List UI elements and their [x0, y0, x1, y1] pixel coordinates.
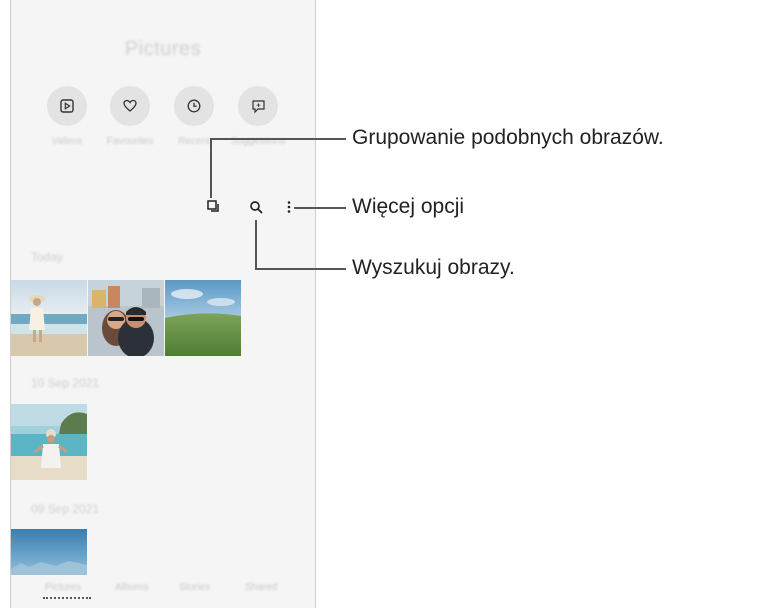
sky-photo	[11, 529, 87, 575]
photo-thumbnail[interactable]	[88, 280, 164, 356]
tab-albums[interactable]: Albums	[115, 582, 148, 593]
bottom-tab-bar: Pictures Albums Stories Shared	[11, 578, 315, 608]
search-icon	[250, 201, 263, 214]
tab-pictures[interactable]: Pictures	[45, 582, 81, 593]
group-similar-button[interactable]	[205, 198, 223, 216]
photo-thumbnail[interactable]	[11, 404, 87, 480]
callout-search-text: Wyszukuj obrazy.	[352, 256, 515, 279]
callout-line-group	[210, 138, 346, 140]
page-title: Pictures	[124, 38, 202, 60]
active-tab-indicator	[43, 597, 91, 599]
callout-line-more	[294, 207, 346, 209]
meadow-photo	[165, 280, 241, 356]
tab-stories[interactable]: Stories	[179, 582, 210, 593]
group-similar-icon	[207, 200, 219, 212]
photo-thumbnail[interactable]	[11, 280, 87, 356]
play-icon	[60, 99, 74, 113]
section-heading: 10 Sep 2021	[31, 376, 100, 390]
couple-photo	[88, 280, 164, 356]
photo-thumbnail[interactable]	[165, 280, 241, 356]
more-options-icon	[287, 201, 291, 213]
section-heading: Today	[31, 250, 64, 264]
videos-button[interactable]	[47, 86, 87, 126]
favourites-label: Favourites	[106, 136, 154, 147]
beach-photo	[11, 280, 87, 356]
search-button[interactable]	[247, 198, 265, 216]
callout-group-text: Grupowanie podobnych obrazów.	[352, 126, 664, 149]
videos-label: Videos	[51, 136, 83, 147]
gallery-screen: Pictures Videos Favourites Recent Sugges…	[10, 0, 316, 608]
callout-line-search	[255, 220, 257, 270]
callout-line-search	[255, 268, 346, 270]
favourites-button[interactable]	[110, 86, 150, 126]
callout-line-group	[210, 138, 212, 198]
recent-button[interactable]	[174, 86, 214, 126]
photo-thumbnail[interactable]	[11, 529, 87, 575]
section-heading: 09 Sep 2021	[31, 502, 100, 516]
callout-more-text: Więcej opcji	[352, 195, 465, 218]
clock-icon	[187, 99, 201, 113]
heart-icon	[123, 99, 137, 112]
tab-shared[interactable]: Shared	[245, 582, 277, 593]
tropical-photo	[11, 404, 87, 480]
sparkle-chat-icon	[251, 99, 265, 113]
suggestions-button[interactable]	[238, 86, 278, 126]
